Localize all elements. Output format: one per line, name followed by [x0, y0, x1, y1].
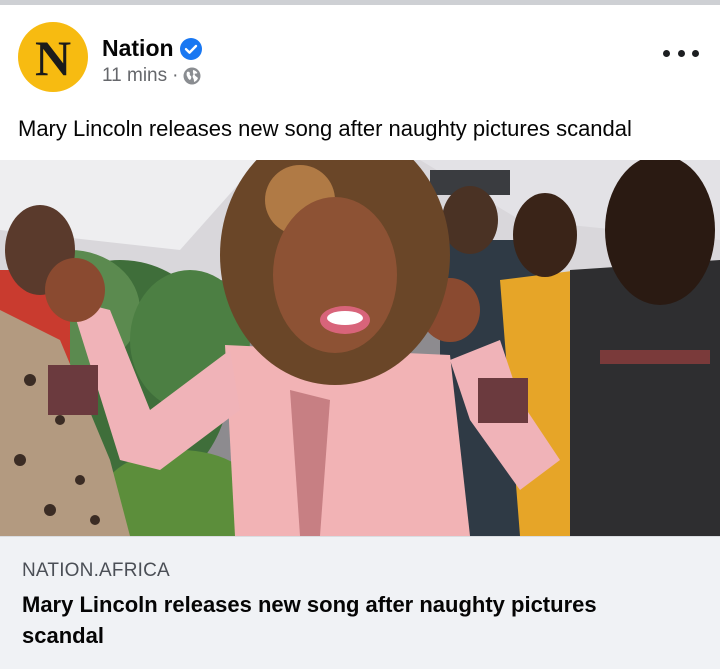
page-name[interactable]: Nation	[102, 35, 174, 62]
globe-icon[interactable]	[183, 67, 201, 85]
meta-separator: ·	[172, 65, 179, 86]
avatar-letter: N	[34, 30, 72, 86]
post-time[interactable]: 11 mins	[102, 65, 167, 87]
link-preview[interactable]: NATION.AFRICA Mary Lincoln releases new …	[0, 536, 720, 669]
photo-illustration	[0, 160, 720, 536]
more-options-icon[interactable]	[663, 43, 699, 63]
page-name-row: Nation	[102, 35, 202, 62]
post-header: N Nation 11 mins ·	[0, 5, 720, 101]
link-title[interactable]: Mary Lincoln releases new song after nau…	[22, 589, 662, 651]
post-meta: 11 mins ·	[102, 65, 201, 87]
link-domain: NATION.AFRICA	[22, 560, 170, 581]
post-image[interactable]	[0, 160, 720, 536]
post-caption: Mary Lincoln releases new song after nau…	[18, 116, 632, 141]
page-avatar[interactable]: N	[18, 22, 88, 92]
verified-badge-icon	[179, 37, 202, 60]
